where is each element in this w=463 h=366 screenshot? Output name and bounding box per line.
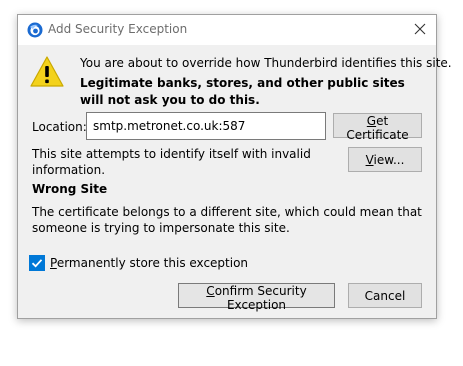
thunderbird-icon: [27, 22, 43, 38]
location-input[interactable]: [86, 112, 326, 140]
dialog-title: Add Security Exception: [48, 22, 188, 36]
view-certificate-button[interactable]: View...: [348, 147, 422, 172]
intro-text: You are about to override how Thunderbir…: [80, 56, 452, 70]
permanent-checkbox[interactable]: [29, 255, 45, 271]
status-description: The certificate belongs to a different s…: [32, 205, 422, 235]
status-heading: Wrong Site: [32, 182, 108, 196]
get-certificate-button[interactable]: Get Certificate: [333, 113, 422, 142]
confirm-exception-button[interactable]: Confirm Security Exception: [178, 283, 335, 312]
location-label: Location:: [32, 120, 87, 134]
security-exception-dialog: Add Security Exception You are about to …: [17, 14, 452, 319]
identity-status-text: This site attempts to identify itself wi…: [32, 147, 311, 177]
close-icon[interactable]: [412, 21, 428, 37]
cancel-button[interactable]: Cancel: [348, 283, 422, 308]
permanent-checkbox-label[interactable]: Permanently store this exception: [50, 256, 248, 270]
warning-icon: [29, 55, 65, 89]
warning-text: Legitimate banks, stores, and other publ…: [80, 76, 405, 107]
title-bar: Add Security Exception: [18, 15, 436, 45]
checkmark-icon: [31, 259, 43, 268]
